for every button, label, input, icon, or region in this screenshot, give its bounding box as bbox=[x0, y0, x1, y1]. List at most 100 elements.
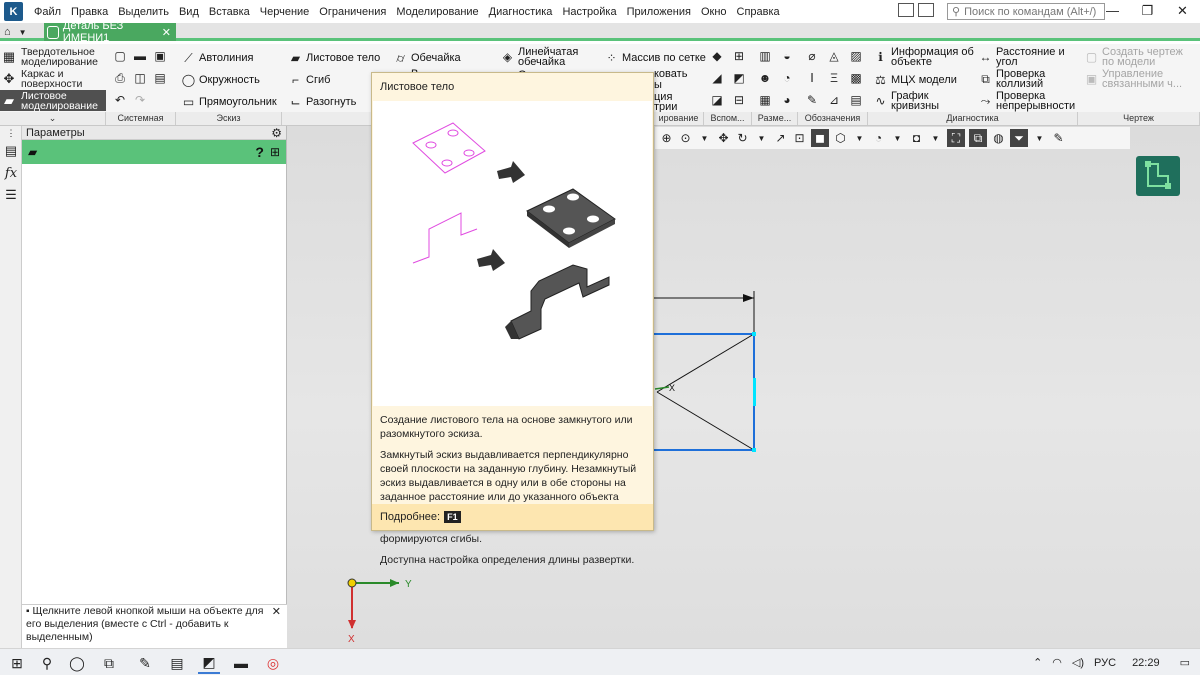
menu-item-constraints[interactable]: Ограничения bbox=[319, 6, 386, 18]
home-tab[interactable]: ⌂ ▼ bbox=[0, 23, 38, 41]
aux-point-icon[interactable]: ◪ bbox=[709, 92, 725, 108]
language-indicator[interactable]: РУС bbox=[1094, 657, 1116, 669]
arc-dim-icon[interactable]: ◕ bbox=[779, 92, 795, 108]
group-notes[interactable]: Обозначения bbox=[798, 112, 868, 125]
redo-icon[interactable]: ↷ bbox=[132, 92, 148, 108]
origin-point[interactable] bbox=[347, 578, 357, 588]
cortana-icon[interactable]: ◯ bbox=[66, 652, 88, 674]
rotate-icon[interactable]: ↻ bbox=[735, 131, 750, 145]
tree-toggle-icon[interactable]: ⊞ bbox=[270, 145, 280, 159]
angle-dim-icon[interactable]: ▦ bbox=[757, 92, 773, 108]
radial-dim-icon[interactable]: ◒ bbox=[779, 48, 795, 64]
aux-section-icon[interactable]: ⊟ bbox=[731, 92, 747, 108]
menu-item-help[interactable]: Справка bbox=[737, 6, 780, 18]
tolerance-icon[interactable]: ◬ bbox=[826, 48, 842, 64]
group-dims[interactable]: Разме... bbox=[752, 112, 798, 125]
open-folder-icon[interactable]: ▬ bbox=[132, 48, 148, 64]
minimize-button[interactable]: — bbox=[1095, 0, 1130, 23]
base-icon[interactable]: ▤ bbox=[848, 92, 864, 108]
aux-plane-icon[interactable]: ◆ bbox=[709, 48, 725, 64]
opera-icon[interactable]: ◎ bbox=[262, 652, 284, 674]
mode-wireframe-surfaces[interactable]: ✥ Каркас и поверхности bbox=[0, 68, 106, 89]
datum-icon[interactable]: Ⅰ bbox=[804, 70, 820, 86]
menu-item-modeling[interactable]: Моделирование bbox=[396, 6, 478, 18]
linear-dim-icon[interactable]: ▥ bbox=[757, 48, 773, 64]
partial-button-c[interactable]: ковать bbox=[654, 69, 687, 80]
group-modeling[interactable]: ирование bbox=[654, 112, 704, 125]
chevron-down-icon[interactable]: ▼ bbox=[852, 134, 867, 143]
properties-icon[interactable]: ▤ bbox=[152, 70, 168, 86]
search-icon[interactable]: ⚲ bbox=[36, 652, 58, 674]
shaded-display-icon[interactable]: ◼ bbox=[811, 129, 829, 147]
leader-icon[interactable]: ✎ bbox=[804, 92, 820, 108]
menu-item-window[interactable]: Окно bbox=[701, 6, 727, 18]
mode-solid-modeling[interactable]: ▦ Твердотельное моделирование bbox=[0, 46, 106, 67]
app-icon[interactable]: ✎ bbox=[134, 652, 156, 674]
chevron-up-icon[interactable]: ⌃ bbox=[1033, 656, 1042, 669]
menu-item-file[interactable]: Файл bbox=[34, 6, 61, 18]
restore-button[interactable]: ❐ bbox=[1130, 0, 1165, 23]
group-drawing[interactable]: Чертеж bbox=[1078, 112, 1200, 125]
circle-button[interactable]: ◯ Окружность bbox=[181, 72, 260, 87]
partial-button-d[interactable]: ы bbox=[654, 80, 662, 91]
selection-filter-icon[interactable]: ⏷ bbox=[1010, 129, 1028, 147]
clock[interactable]: 22:29 bbox=[1132, 657, 1160, 669]
group-diagnostics[interactable]: Диагностика bbox=[868, 112, 1078, 125]
group-system[interactable]: Системная bbox=[106, 112, 176, 125]
close-button[interactable]: ✕ bbox=[1165, 0, 1200, 23]
manage-drawings-button[interactable]: ▣ Управление связанными ч... bbox=[1084, 69, 1182, 90]
continuity-check-button[interactable]: ⤳ Проверка непрерывности bbox=[978, 91, 1075, 112]
group-sheet[interactable] bbox=[282, 112, 372, 125]
pan-icon[interactable]: ✥ bbox=[716, 131, 731, 145]
menu-item-edit[interactable]: Правка bbox=[71, 6, 108, 18]
distance-angle-button[interactable]: ↔ Расстояние и угол bbox=[978, 47, 1065, 68]
print-icon[interactable]: ⎙ bbox=[112, 70, 128, 86]
weld-icon[interactable]: ▩ bbox=[848, 70, 864, 86]
sketch-rectangle[interactable] bbox=[636, 333, 755, 451]
variables-icon[interactable]: fx bbox=[0, 162, 22, 184]
hide-icon[interactable]: ◔ bbox=[871, 131, 886, 145]
filter-objects-icon[interactable]: ⧉ bbox=[969, 129, 987, 147]
mark-icon[interactable]: ⊿ bbox=[826, 92, 842, 108]
vertex-point[interactable] bbox=[752, 448, 756, 452]
create-drawing-button[interactable]: ▢ Создать чертеж по модели bbox=[1084, 47, 1183, 68]
panel-layout-icon[interactable] bbox=[898, 3, 914, 17]
mode-sheet-modeling[interactable]: ▰ Листовое моделирование bbox=[0, 90, 106, 111]
orientation-widget[interactable] bbox=[1136, 156, 1180, 196]
task-view-icon[interactable]: ⧉ bbox=[98, 652, 120, 674]
collapse-icon[interactable]: ⋮ bbox=[0, 126, 22, 140]
aux-curve-icon[interactable]: ⊞ bbox=[731, 48, 747, 64]
text-note-icon[interactable]: Ξ bbox=[826, 70, 842, 86]
menu-item-drafting[interactable]: Черчение bbox=[260, 6, 310, 18]
kompas-logo-icon[interactable]: K bbox=[4, 2, 23, 21]
zoom-icon[interactable]: ⊕ bbox=[659, 131, 674, 145]
eyedropper-icon[interactable]: ✎ bbox=[1051, 131, 1066, 145]
chevron-down-icon[interactable]: ▼ bbox=[890, 134, 905, 143]
tree-icon[interactable]: ▤ bbox=[0, 140, 22, 162]
chevron-down-icon[interactable]: ▼ bbox=[697, 134, 712, 143]
app-icon[interactable]: ▤ bbox=[166, 652, 188, 674]
chevron-down-icon[interactable]: ▼ bbox=[1032, 134, 1047, 143]
volume-icon[interactable]: ◁) bbox=[1072, 656, 1084, 669]
shell-button[interactable]: ⌭ Обечайка bbox=[393, 50, 460, 65]
new-file-icon[interactable]: ▢ bbox=[112, 48, 128, 64]
tab-document[interactable]: Деталь БЕЗ ИМЕНИ1 ✕ bbox=[44, 20, 176, 44]
vertex-point[interactable] bbox=[752, 332, 756, 336]
aux-cs-icon[interactable]: ◩ bbox=[731, 70, 747, 86]
curvature-graph-button[interactable]: ∿ График кривизны bbox=[873, 91, 939, 112]
close-tab-icon[interactable]: ✕ bbox=[162, 26, 171, 39]
group-aux[interactable]: Вспом... bbox=[704, 112, 752, 125]
unbend-button[interactable]: ⌙ Разогнуть bbox=[288, 94, 356, 109]
group-sketch[interactable]: Эскиз bbox=[176, 112, 282, 125]
menu-item-apps[interactable]: Приложения bbox=[627, 6, 691, 18]
layers-icon[interactable]: ☰ bbox=[0, 184, 22, 206]
chevron-down-icon[interactable]: ▼ bbox=[928, 134, 943, 143]
table-icon[interactable]: ▨ bbox=[848, 48, 864, 64]
wire-display-icon[interactable]: ⬡ bbox=[833, 131, 848, 145]
help-icon[interactable]: ? bbox=[255, 144, 264, 160]
grid-array-button[interactable]: ⁘ Массив по сетке bbox=[604, 50, 705, 65]
menu-item-insert[interactable]: Вставка bbox=[209, 6, 250, 18]
save-icon[interactable]: ▣ bbox=[152, 48, 168, 64]
diam-dim-icon[interactable]: ◔ bbox=[779, 70, 795, 86]
menu-item-settings[interactable]: Настройка bbox=[562, 6, 616, 18]
